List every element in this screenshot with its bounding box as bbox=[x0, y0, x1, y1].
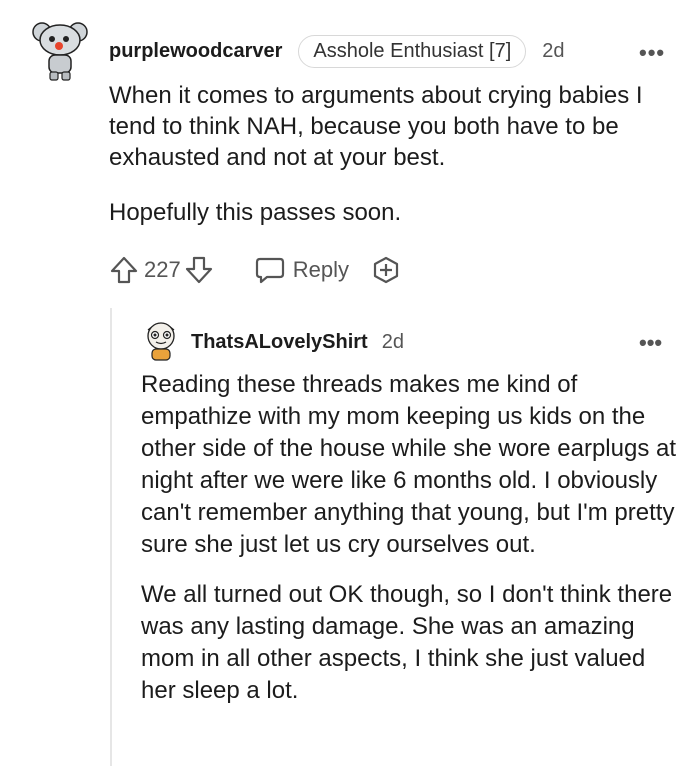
comment-actions: 227 Reply bbox=[108, 252, 401, 288]
reply-user-avatar[interactable] bbox=[140, 318, 182, 362]
reply-bubble-icon bbox=[255, 257, 284, 284]
upvote-icon[interactable] bbox=[108, 254, 140, 286]
reply-button[interactable]: Reply bbox=[255, 256, 349, 284]
snoo-avatar-icon bbox=[147, 322, 175, 361]
reply-header: ThatsALovelyShirt 2d bbox=[191, 327, 404, 357]
comment-body: When it comes to arguments about crying … bbox=[109, 80, 679, 252]
award-icon bbox=[373, 256, 399, 284]
more-options-icon[interactable]: ••• bbox=[639, 40, 665, 66]
username[interactable]: purplewoodcarver bbox=[109, 40, 282, 63]
comment-paragraph: When it comes to arguments about crying … bbox=[109, 82, 643, 171]
comment-header: purplewoodcarver Asshole Enthusiast [7] … bbox=[109, 33, 565, 69]
reply-age: 2d bbox=[381, 330, 404, 353]
comment-paragraph: Hopefully this passes soon. bbox=[109, 199, 402, 226]
comment-age: 2d bbox=[542, 39, 565, 62]
award-button[interactable] bbox=[371, 255, 401, 285]
snoo-avatar-icon bbox=[32, 22, 88, 81]
reply-paragraph: Reading these threads makes me kind of e… bbox=[141, 371, 676, 558]
more-options-icon[interactable]: ••• bbox=[639, 330, 662, 356]
thread-line[interactable] bbox=[110, 308, 112, 766]
user-flair: Asshole Enthusiast [7] bbox=[298, 34, 527, 68]
user-avatar[interactable] bbox=[32, 18, 88, 82]
downvote-icon[interactable] bbox=[183, 254, 215, 286]
reply-username[interactable]: ThatsALovelyShirt bbox=[191, 331, 368, 354]
reply-body: Reading these threads makes me kind of e… bbox=[141, 369, 686, 725]
vote-count: 227 bbox=[144, 257, 181, 282]
reply-paragraph: We all turned out OK though, so I don't … bbox=[141, 581, 673, 704]
reply-label: Reply bbox=[292, 257, 349, 282]
